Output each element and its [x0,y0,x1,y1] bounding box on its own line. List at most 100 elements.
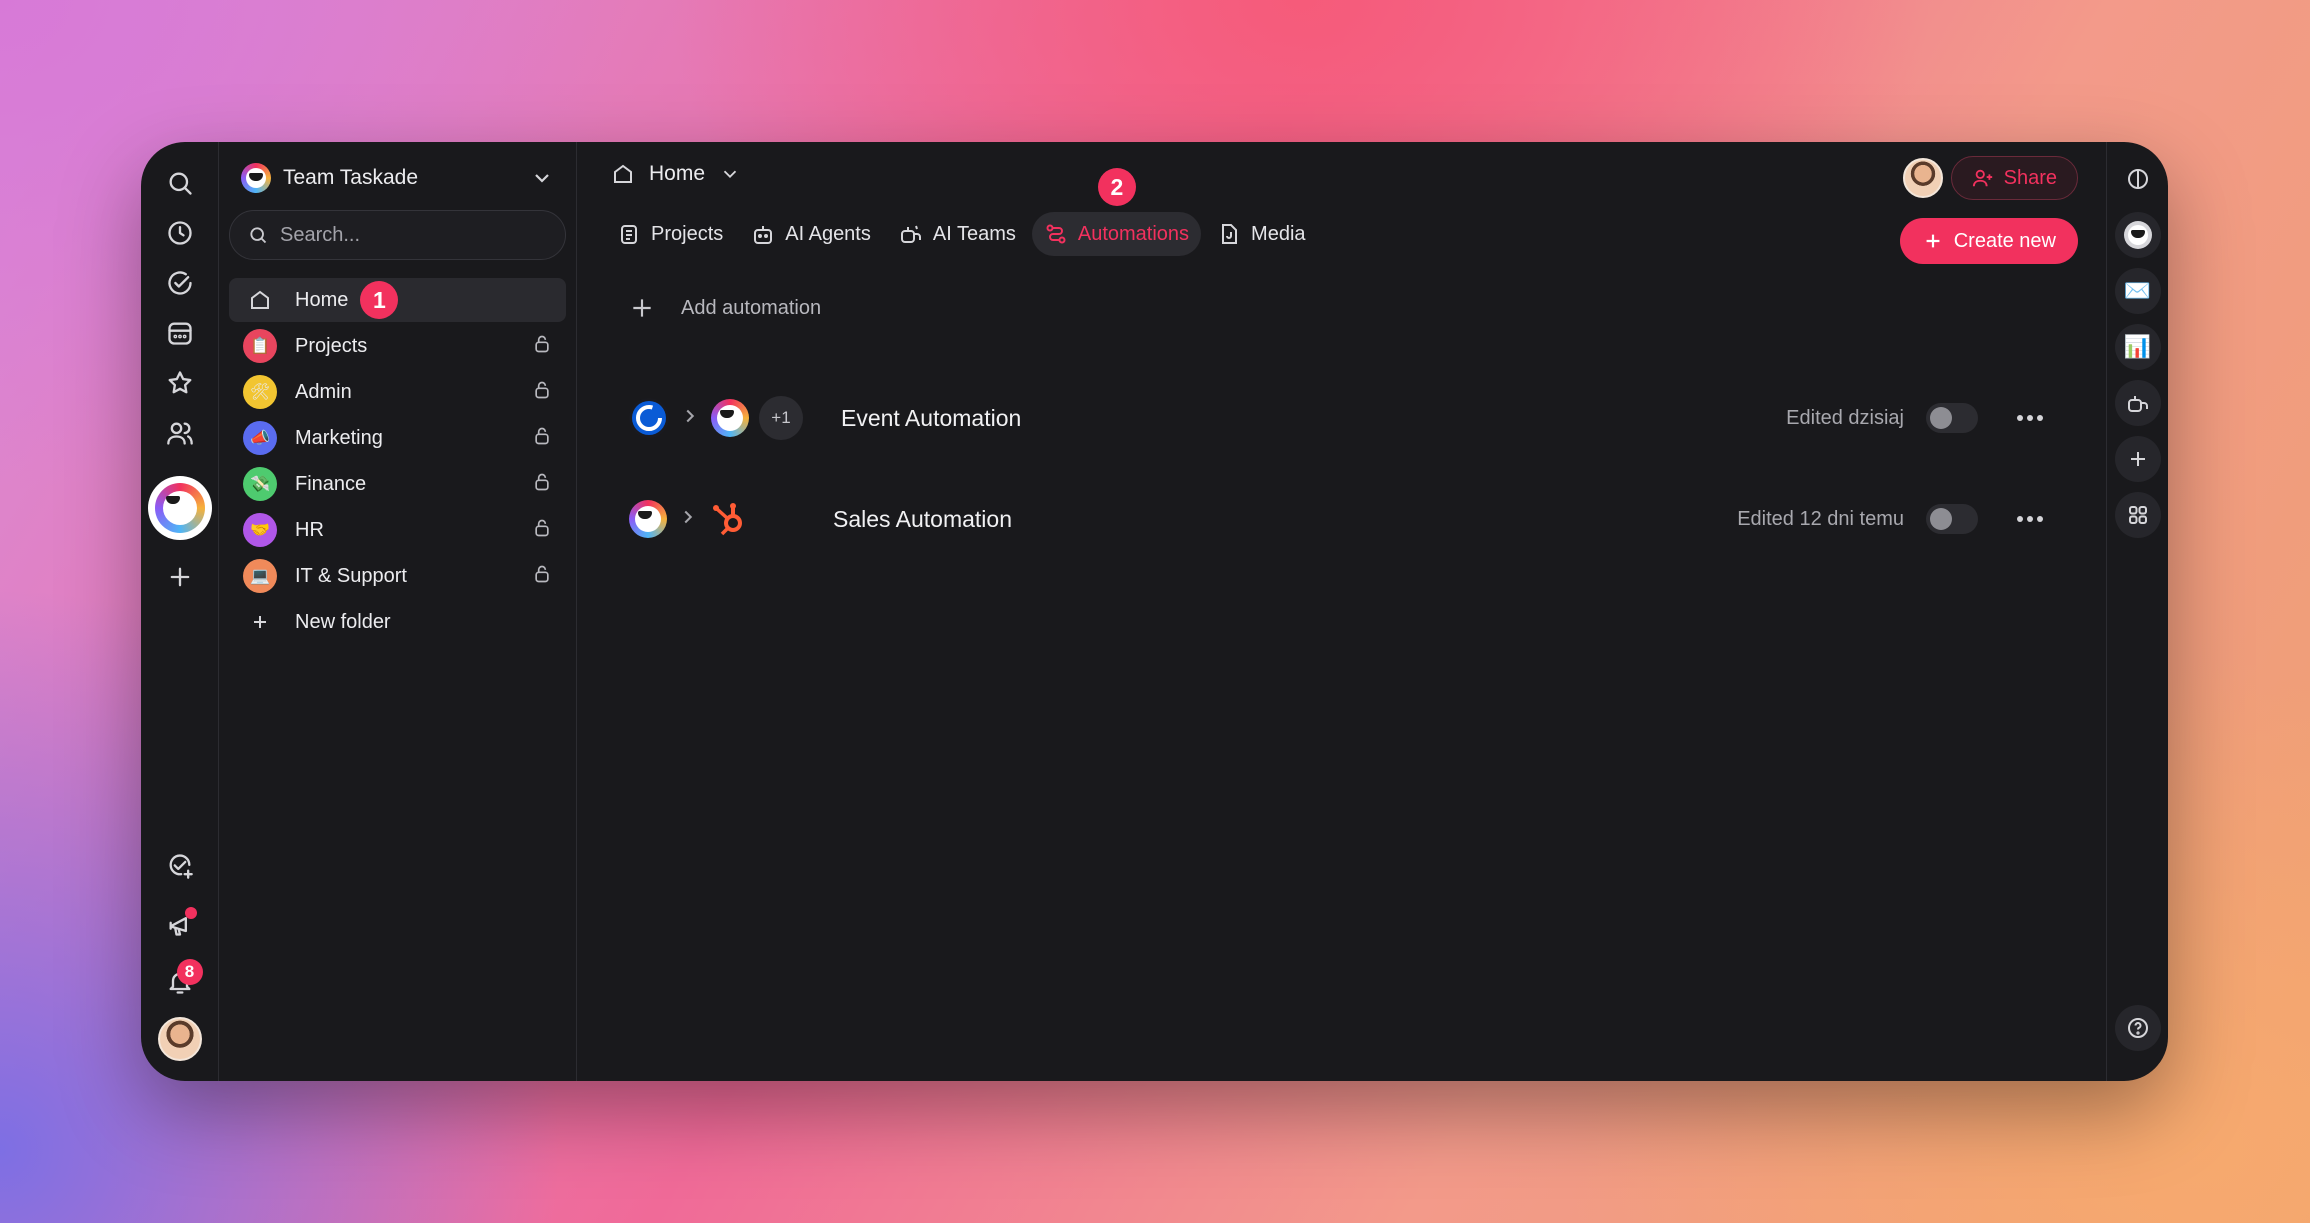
share-label: Share [2003,166,2057,189]
robots-icon [900,225,921,243]
automation-enable-toggle[interactable] [1926,403,1978,433]
share-button[interactable]: Share [1950,156,2078,200]
robot-icon [754,226,773,244]
recent-rail-button[interactable] [157,210,203,256]
announcements-rail-button[interactable] [157,901,203,947]
taskade-logo-icon [629,500,667,538]
sidebar-item-label: Home [295,288,349,311]
sidebar-search[interactable] [229,210,566,260]
toggle-panel-button[interactable] [2115,156,2161,202]
member-avatar[interactable] [1902,158,1943,198]
calendar-rail-button[interactable] [157,310,203,356]
step-badge: 2 [1097,168,1136,206]
sidebar-item-label: HR [295,518,324,541]
workspace-avatar[interactable] [147,476,212,540]
automation-flow-icon [1046,224,1066,244]
add-task-rail-button[interactable] [157,843,203,889]
add-automation-button[interactable]: Add automation [629,288,2106,328]
hubspot-icon [709,499,749,539]
check-circle-icon [167,271,192,295]
notifications-rail-button[interactable]: 8 [157,959,203,1005]
lock-icon [532,426,552,451]
agents-app-button[interactable] [2114,380,2161,426]
more-options-button[interactable] [2012,504,2048,534]
plus-icon [170,567,189,587]
tasks-rail-button[interactable] [157,260,203,306]
tab-ai-agents[interactable]: AI Agents [739,212,883,256]
sidebar-item-label: Marketing [295,426,383,449]
lock-icon [532,380,552,405]
lock-icon [532,472,552,497]
apps-grid-button[interactable] [2114,492,2161,538]
lock-icon [532,334,552,359]
add-person-icon [1972,169,1992,187]
automation-title: Sales Automation [833,505,1013,532]
calendar-icon [167,322,192,345]
sidebar-item-finance[interactable]: 💸 Finance [229,462,566,506]
help-button[interactable] [2114,1005,2161,1051]
tab-projects[interactable]: Projects [605,212,735,256]
taskade-logo-icon [154,483,205,533]
sidebar-item-label: New folder [295,610,391,633]
people-icon [166,422,193,445]
team-logo-icon [241,163,271,193]
money-icon: 💸 [243,467,277,501]
automation-row-sales[interactable]: Sales Automation Edited 12 dni temu [629,489,2048,549]
plus-icon [1926,234,1940,248]
chevron-right-icon [677,506,699,533]
automation-title: Event Automation [841,404,1022,431]
people-rail-button[interactable] [157,410,203,456]
extra-apps-count: +1 [759,396,803,440]
home-icon [243,283,277,317]
notification-count-badge: 8 [176,959,203,985]
sidebar-item-it-support[interactable]: 💻 IT & Support [229,554,566,598]
sidebar-item-projects[interactable]: 📋 Projects [229,324,566,368]
sidebar-item-admin[interactable]: 🛠 Admin [229,370,566,414]
tools-icon: 🛠 [243,375,277,409]
breadcrumb[interactable]: Home [611,162,741,186]
create-new-button[interactable]: Create new [1899,218,2078,264]
grid-icon [2128,506,2147,524]
more-options-button[interactable] [2012,403,2048,433]
sidebar-item-home[interactable]: Home 1 [229,278,566,322]
chevron-down-icon [535,174,549,183]
add-automation-label: Add automation [681,296,822,319]
edited-timestamp: Edited dzisiaj [1786,406,1904,429]
search-input[interactable] [280,223,520,247]
email-app-button[interactable]: ✉️ [2114,268,2161,314]
tab-automations[interactable]: Automations 2 [1031,168,1202,256]
star-icon [168,371,191,394]
taskade-logo-icon [2123,221,2152,249]
handshake-icon: 🤝 [243,513,277,547]
bar-chart-icon: 📊 [2123,334,2152,359]
projects-folder-icon: 📋 [243,329,277,363]
add-workspace-button[interactable] [157,554,203,600]
automation-row-event[interactable]: +1 Event Automation Edited dzisiaj [629,388,2048,448]
app-window: 8 Team Taskade Home 1 📋 Projects [141,142,2168,1081]
topbar-actions: Share [1902,156,2078,200]
chart-app-button[interactable]: 📊 [2114,324,2161,370]
sidebar-item-label: Projects [295,334,368,357]
workspace-agent-button[interactable] [2114,212,2161,258]
calendly-icon [629,398,669,438]
breadcrumb-label: Home [649,162,706,185]
plus-icon [2130,452,2145,466]
sidebar-item-hr[interactable]: 🤝 HR [229,508,566,552]
lock-icon [532,564,552,589]
search-rail-button[interactable] [157,160,203,206]
envelope-icon: ✉️ [2123,278,2152,303]
user-avatar[interactable] [157,1017,202,1061]
search-icon [169,172,192,195]
tab-media[interactable]: Media [1205,212,1317,256]
chevron-right-icon [679,405,701,432]
add-app-button[interactable] [2114,436,2161,482]
clock-icon [167,221,192,245]
sidebar-item-marketing[interactable]: 📣 Marketing [229,416,566,460]
new-folder-button[interactable]: New folder [229,600,566,644]
starred-rail-button[interactable] [157,360,203,406]
tab-ai-teams[interactable]: AI Teams [887,212,1028,256]
automation-enable-toggle[interactable] [1926,504,1978,534]
lock-icon [532,518,552,543]
panel-icon [2127,169,2148,189]
team-switcher[interactable]: Team Taskade [229,156,566,200]
